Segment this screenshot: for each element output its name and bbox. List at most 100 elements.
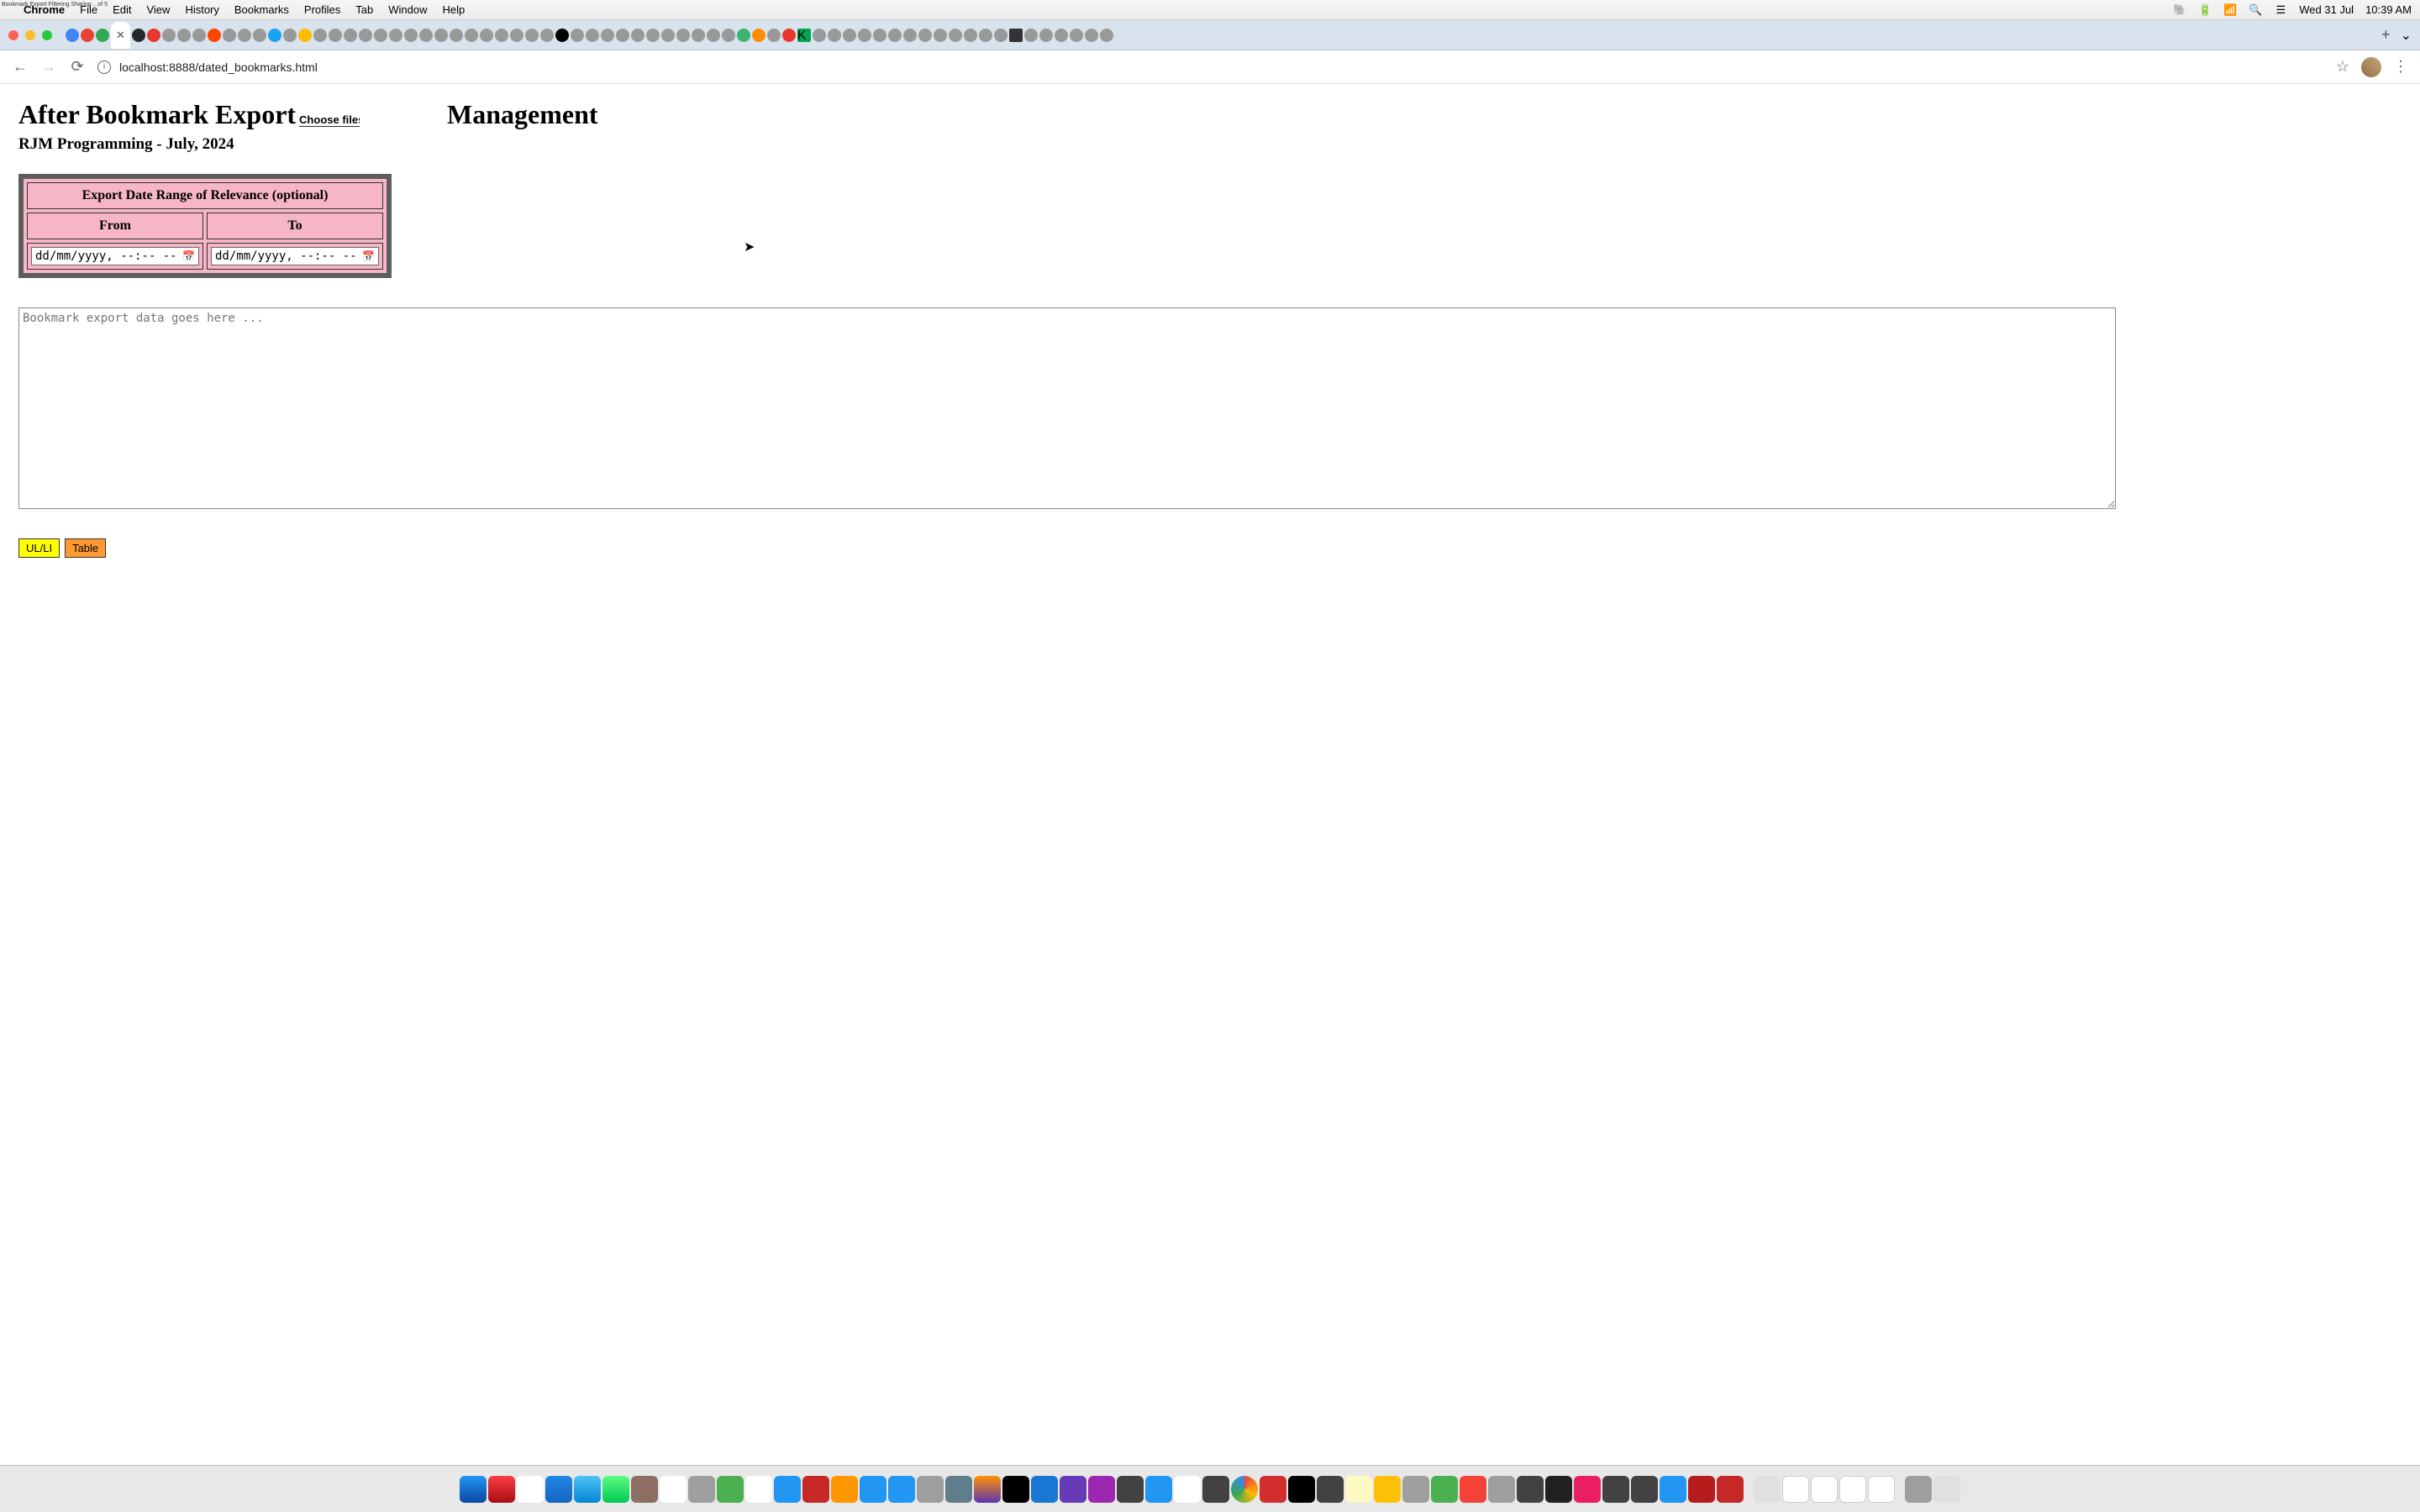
menubar-date[interactable]: Wed 31 Jul (2299, 3, 2354, 16)
new-tab-button[interactable]: + (2375, 26, 2397, 44)
menu-bookmarks[interactable]: Bookmarks (234, 3, 289, 16)
app-icon[interactable] (1060, 1476, 1086, 1503)
tab-close-icon[interactable]: ✕ (116, 29, 125, 42)
tab-favicon[interactable] (964, 29, 977, 42)
app-icon[interactable] (1402, 1476, 1429, 1503)
opera-icon[interactable] (1260, 1476, 1286, 1503)
maps-icon[interactable] (1431, 1476, 1458, 1503)
table-button[interactable]: Table (65, 538, 106, 558)
tab-favicon[interactable] (480, 29, 493, 42)
tab-favicon[interactable] (389, 29, 402, 42)
tab-favicon[interactable] (707, 29, 720, 42)
app-icon[interactable] (1117, 1476, 1144, 1503)
tab-favicon[interactable] (843, 29, 856, 42)
app-icon[interactable] (1574, 1476, 1601, 1503)
tab-favicon[interactable] (495, 29, 508, 42)
tab-favicon[interactable] (828, 29, 841, 42)
menu-view[interactable]: View (146, 3, 170, 16)
trash-icon[interactable] (1933, 1476, 1960, 1503)
tab-favicon[interactable] (631, 29, 644, 42)
tab-favicon[interactable] (1085, 29, 1098, 42)
forward-button[interactable]: → (40, 58, 57, 76)
doc-icon[interactable] (1868, 1476, 1895, 1503)
contacts-icon[interactable] (631, 1476, 658, 1503)
tab-favicon[interactable] (737, 29, 750, 42)
bookmark-data-textarea[interactable] (18, 307, 2116, 509)
battery-icon[interactable]: 🔋 (2198, 3, 2212, 17)
back-button[interactable]: ← (12, 58, 29, 76)
downloads-icon[interactable] (1905, 1476, 1932, 1503)
tab-favicon[interactable] (96, 29, 109, 42)
app-icon[interactable] (1488, 1476, 1515, 1503)
tab-favicon[interactable] (782, 29, 796, 42)
tab-favicon[interactable] (903, 29, 917, 42)
tab-favicon[interactable] (1009, 29, 1023, 42)
tab-favicon[interactable] (918, 29, 932, 42)
finder-icon[interactable] (460, 1476, 487, 1503)
keyboard-icon[interactable] (1754, 1476, 1781, 1503)
tab-favicon[interactable] (722, 29, 735, 42)
tab-favicon[interactable] (676, 29, 690, 42)
from-datetime-input[interactable]: dd/mm/yyyy, --:-- -- 📅 (31, 247, 199, 265)
tab-favicon[interactable] (1100, 29, 1113, 42)
tab-favicon[interactable] (601, 29, 614, 42)
messages-icon[interactable] (602, 1476, 629, 1503)
tab-favicon[interactable] (268, 29, 281, 42)
terminal-icon[interactable] (1288, 1476, 1315, 1503)
tab-favicon[interactable] (419, 29, 433, 42)
tab-favicon[interactable] (434, 29, 448, 42)
tab-favicon[interactable] (767, 29, 781, 42)
photos-icon[interactable] (660, 1476, 687, 1503)
filezilla-icon[interactable] (802, 1476, 829, 1503)
menu-window[interactable]: Window (388, 3, 427, 16)
doc-icon[interactable] (1839, 1476, 1866, 1503)
settings-icon[interactable] (917, 1476, 944, 1503)
sublime-icon[interactable] (831, 1476, 858, 1503)
tab-favicon[interactable] (238, 29, 251, 42)
mail-icon[interactable] (574, 1476, 601, 1503)
maximize-window-button[interactable] (42, 30, 52, 40)
tab-favicon[interactable] (162, 29, 176, 42)
tab-favicon[interactable] (298, 29, 312, 42)
tab-favicon[interactable] (752, 29, 765, 42)
chrome-icon[interactable] (1231, 1476, 1258, 1503)
safari-icon[interactable] (545, 1476, 572, 1503)
tab-favicon[interactable] (465, 29, 478, 42)
tab-favicon[interactable] (359, 29, 372, 42)
tab-favicon[interactable] (994, 29, 1007, 42)
address-bar[interactable]: i localhost:8888/dated_bookmarks.html (97, 60, 2324, 74)
tab-favicon[interactable] (571, 29, 584, 42)
wifi-icon[interactable]: 📶 (2223, 3, 2237, 17)
podcasts-icon[interactable] (1088, 1476, 1115, 1503)
tab-favicon[interactable] (873, 29, 886, 42)
minimize-window-button[interactable] (25, 30, 35, 40)
music-icon[interactable] (488, 1476, 515, 1503)
doc-icon[interactable] (1811, 1476, 1838, 1503)
tab-favicon[interactable] (692, 29, 705, 42)
ulli-button[interactable]: UL/LI (18, 538, 60, 558)
site-info-icon[interactable]: i (97, 60, 111, 74)
tab-favicon[interactable] (313, 29, 327, 42)
tab-favicon[interactable] (344, 29, 357, 42)
tab-favicon[interactable] (949, 29, 962, 42)
app-icon[interactable] (1374, 1476, 1401, 1503)
dictionary-icon[interactable] (1688, 1476, 1715, 1503)
app-icon[interactable] (1660, 1476, 1686, 1503)
tab-favicon[interactable] (979, 29, 992, 42)
firefox-icon[interactable] (974, 1476, 1001, 1503)
tab-favicon[interactable] (813, 29, 826, 42)
tab-favicon[interactable] (223, 29, 236, 42)
zoom-icon[interactable] (860, 1476, 886, 1503)
tab-favicon[interactable] (147, 29, 160, 42)
textedit-icon[interactable] (745, 1476, 772, 1503)
menu-profiles[interactable]: Profiles (304, 3, 340, 16)
menu-history[interactable]: History (185, 3, 218, 16)
tab-favicon[interactable] (329, 29, 342, 42)
tab-favicon[interactable] (1039, 29, 1053, 42)
profile-avatar[interactable] (2361, 57, 2381, 77)
app-icon[interactable] (1460, 1476, 1486, 1503)
tab-favicon[interactable] (66, 29, 79, 42)
xcode-icon[interactable] (1031, 1476, 1058, 1503)
tab-favicon[interactable] (1055, 29, 1068, 42)
app-icon[interactable] (1145, 1476, 1172, 1503)
